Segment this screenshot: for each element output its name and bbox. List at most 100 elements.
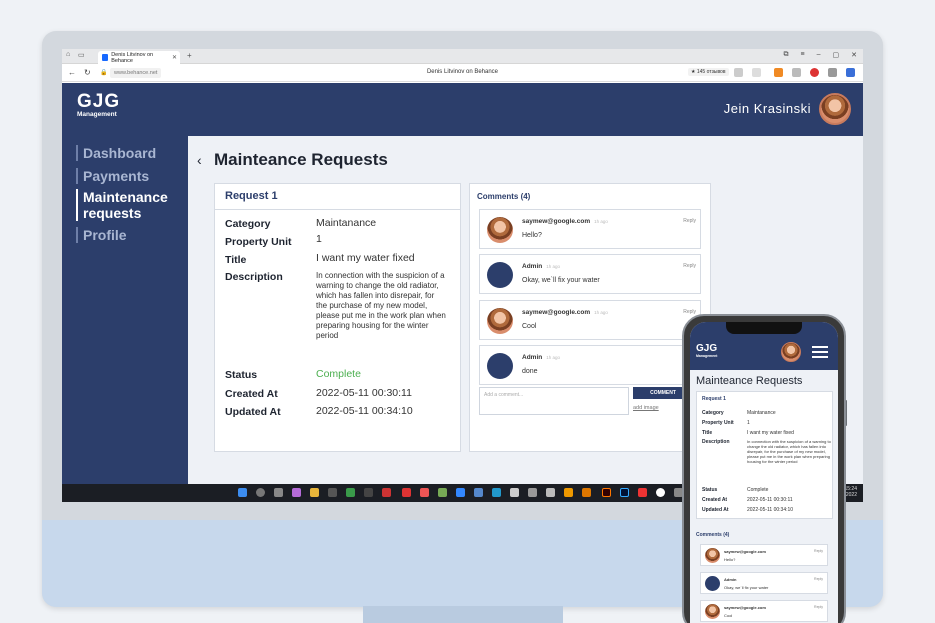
download-icon[interactable]	[846, 68, 855, 77]
comment-author: Admin	[724, 577, 737, 582]
app-icon[interactable]	[546, 488, 555, 497]
updated-at-value: 2022-05-11 00:34:10	[316, 405, 413, 417]
title-label: Title	[225, 254, 247, 266]
user-name[interactable]: Jein Krasinski	[724, 101, 811, 116]
app-icon[interactable]	[582, 488, 591, 497]
app-icon[interactable]	[564, 488, 573, 497]
comment-item: Admin1h ago done Reply	[479, 345, 701, 385]
phone-user-avatar[interactable]	[781, 342, 801, 362]
back-chevron-icon[interactable]: ‹	[197, 152, 202, 168]
maximize-button[interactable]: ▢	[833, 51, 840, 59]
comment-author: saymew@google.com 1h ago	[522, 218, 608, 225]
phone-request-card: Request 1 Category Maintanance Property …	[696, 391, 833, 519]
request-header: Request 1	[215, 184, 460, 210]
comment-time: 1h ago	[546, 355, 560, 360]
brand-tagline: Management	[77, 111, 117, 118]
comment-text: done	[522, 368, 538, 375]
comments-header: Comments (4)	[477, 192, 531, 201]
comment-author: Admin 1h ago	[522, 354, 560, 361]
reply-link[interactable]: Reply	[814, 549, 823, 553]
hamburger-menu-icon[interactable]	[812, 346, 828, 358]
phone-unit-value: 1	[747, 420, 750, 426]
sidebar: Dashboard Payments Maintenance requests …	[62, 136, 188, 484]
comment-author: saymew@google.com 1h ago	[522, 309, 608, 316]
app-icon[interactable]	[656, 488, 665, 497]
brand-logo[interactable]: GJG Management	[77, 91, 121, 118]
minimize-button[interactable]: –	[817, 51, 821, 59]
property-unit-label: Property Unit	[225, 236, 292, 248]
browser-address-bar: ← ↻ 🔒 www.behance.net Denis Litvinov on …	[62, 64, 863, 82]
sidebar-item-maintenance[interactable]: Maintenance requests	[76, 189, 186, 221]
reply-link[interactable]: Reply	[683, 263, 696, 269]
phone-description-value: In connection with the suspicion of a wa…	[747, 439, 831, 464]
add-image-link[interactable]: add image	[633, 405, 659, 411]
comment-input[interactable]: Add a comment...	[479, 387, 629, 415]
photoshop-icon[interactable]	[620, 488, 629, 497]
extension-icon[interactable]	[792, 68, 801, 77]
app-icon[interactable]	[510, 488, 519, 497]
close-tab-icon[interactable]: ✕	[172, 54, 177, 61]
app-header: GJG Management Jein Krasinski	[62, 83, 863, 136]
comment-author: saymew@google.com	[724, 605, 766, 610]
reply-link[interactable]: Reply	[814, 605, 823, 609]
close-window-button[interactable]: ✕	[851, 51, 857, 59]
home-icon[interactable]: ⌂	[66, 51, 70, 58]
collections-button[interactable]: ⧉	[784, 51, 789, 59]
commenter-avatar	[487, 217, 513, 243]
bookmark-icon[interactable]	[734, 68, 743, 77]
search-icon[interactable]	[256, 488, 265, 497]
phone-brand-tagline: Management	[696, 354, 718, 358]
brand-name: GJG	[77, 91, 121, 112]
sidebar-item-payments[interactable]: Payments	[76, 168, 149, 184]
status-label: Status	[225, 369, 258, 381]
folder-icon[interactable]	[310, 488, 319, 497]
app-icon[interactable]	[474, 488, 483, 497]
adblock-icon[interactable]	[810, 68, 819, 77]
phone-brand-name: GJG	[696, 343, 718, 354]
phone-comment-item: Admin Okay, we`ll fix your water Reply	[700, 572, 828, 594]
app-icon[interactable]	[364, 488, 373, 497]
app-icon[interactable]	[328, 488, 337, 497]
start-icon[interactable]	[238, 488, 247, 497]
description-label: Description	[225, 271, 283, 283]
app-icon[interactable]	[528, 488, 537, 497]
clock-date: 2022	[845, 492, 857, 498]
app-icon[interactable]	[438, 488, 447, 497]
user-avatar[interactable]	[819, 93, 851, 125]
app-icon[interactable]	[456, 488, 465, 497]
behance-favicon-icon	[102, 54, 109, 61]
comment-author: Admin 1h ago	[522, 263, 560, 270]
puzzle-icon[interactable]	[828, 68, 837, 77]
app-icon[interactable]	[420, 488, 429, 497]
metamask-icon[interactable]	[774, 68, 783, 77]
illustrator-icon[interactable]	[602, 488, 611, 497]
window-controls: ⧉ ≡ – ▢ ✕	[784, 51, 858, 59]
taskbar-clock[interactable]: 15:24 2022	[844, 486, 857, 498]
music-icon[interactable]	[292, 488, 301, 497]
sidebar-item-profile[interactable]: Profile	[76, 227, 127, 243]
reply-link[interactable]: Reply	[683, 218, 696, 224]
author-name: Admin	[522, 354, 543, 361]
reply-link[interactable]: Reply	[683, 309, 696, 315]
menu-button[interactable]: ≡	[801, 51, 805, 59]
app-icon[interactable]	[382, 488, 391, 497]
telegram-icon[interactable]	[492, 488, 501, 497]
phone-comments-header: Comments (4)	[696, 532, 730, 538]
phone-notch	[726, 322, 802, 334]
phone-brand-logo[interactable]: GJG Management	[696, 343, 718, 359]
settings-icon[interactable]	[274, 488, 283, 497]
browser-tab[interactable]: Denis Litvinov on Behance ✕	[98, 51, 180, 64]
admin-avatar	[487, 262, 513, 288]
app-icon[interactable]	[638, 488, 647, 497]
shield-icon[interactable]	[752, 68, 761, 77]
page-heading: Mainteance Requests	[214, 150, 388, 169]
reply-link[interactable]: Reply	[814, 577, 823, 581]
app-icon[interactable]	[402, 488, 411, 497]
sidebar-item-dashboard[interactable]: Dashboard	[76, 145, 156, 161]
folder-icon[interactable]: ▭	[78, 51, 85, 59]
comment-text: Hello?	[724, 557, 736, 562]
admin-avatar	[487, 353, 513, 379]
rating-badge[interactable]: ★ 145 отзывов	[688, 68, 729, 76]
new-tab-button[interactable]: +	[187, 51, 192, 60]
app-icon[interactable]	[346, 488, 355, 497]
